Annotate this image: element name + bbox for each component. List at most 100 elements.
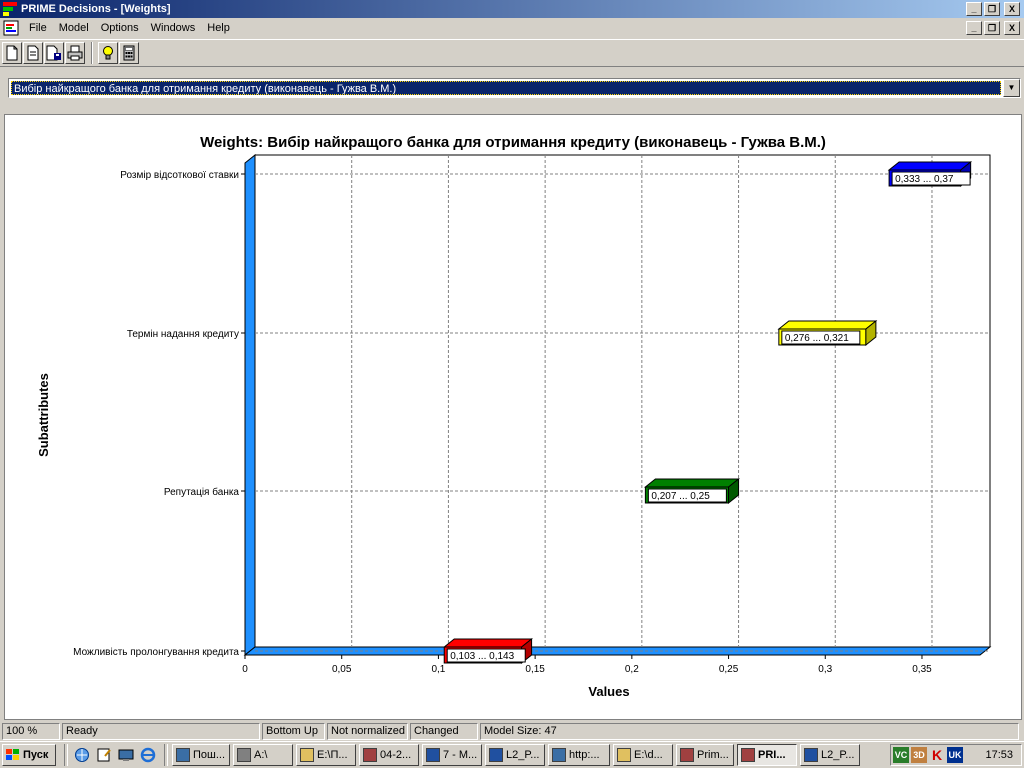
category-label: Термін надання кредиту bbox=[127, 329, 239, 340]
start-button[interactable]: Пуск bbox=[2, 744, 56, 766]
menu-help[interactable]: Help bbox=[201, 22, 236, 34]
taskbar-task[interactable]: Prim... bbox=[676, 744, 734, 766]
open-document-icon bbox=[27, 45, 39, 61]
menu-file[interactable]: File bbox=[23, 22, 53, 34]
weights-chart-panel: Weights: Вибір найкращого банка для отри… bbox=[4, 114, 1022, 720]
window-title: PRIME Decisions - [Weights] bbox=[21, 3, 171, 15]
task-icon bbox=[237, 748, 251, 762]
start-label: Пуск bbox=[23, 749, 49, 761]
minimize-button[interactable]: _ bbox=[966, 2, 982, 16]
save-document-icon bbox=[46, 45, 61, 61]
task-label: Пош... bbox=[193, 749, 226, 761]
title-bar: PRIME Decisions - [Weights] _ ❐ X bbox=[0, 0, 1024, 18]
taskbar-task[interactable]: E:\d... bbox=[613, 744, 673, 766]
open-document-button[interactable] bbox=[23, 42, 43, 64]
lightbulb-button[interactable] bbox=[98, 42, 118, 64]
task-icon bbox=[741, 748, 755, 762]
x-tick-label: 0,05 bbox=[332, 664, 352, 675]
print-button[interactable] bbox=[65, 42, 85, 64]
status-bar: 100 % Ready Bottom Up Not normalized Cha… bbox=[0, 722, 1024, 741]
language-indicator[interactable]: UK bbox=[947, 747, 963, 763]
new-document-button[interactable] bbox=[2, 42, 22, 64]
taskbar-task[interactable]: PRI... bbox=[737, 744, 797, 766]
taskbar-task[interactable]: 04-2... bbox=[359, 744, 419, 766]
toolbar bbox=[0, 39, 1024, 67]
taskbar-separator bbox=[164, 744, 168, 766]
document-controls: _ ❐ X bbox=[966, 21, 1024, 35]
taskbar-task[interactable]: Пош... bbox=[172, 744, 230, 766]
task-label: Prim... bbox=[697, 749, 729, 761]
category-label: Репутація банка bbox=[164, 486, 240, 498]
status-normalization: Not normalized bbox=[327, 723, 408, 740]
task-label: L2_P... bbox=[506, 749, 540, 761]
calculator-button[interactable] bbox=[119, 42, 139, 64]
task-list: Пош... A:\ E:\П... 04-2... 7 - M... L2_P... ht… bbox=[172, 744, 863, 766]
taskbar-task[interactable]: http:... bbox=[548, 744, 610, 766]
print-icon bbox=[67, 45, 83, 61]
x-tick-label: 0,35 bbox=[912, 664, 932, 675]
doc-restore-button[interactable]: ❐ bbox=[984, 21, 1000, 35]
status-order: Bottom Up bbox=[262, 723, 325, 740]
quicklaunch-ie[interactable] bbox=[138, 745, 158, 765]
vc-tray-icon[interactable]: VC bbox=[893, 747, 909, 763]
interval-bar-top bbox=[643, 478, 740, 488]
task-label: PRI... bbox=[758, 749, 786, 761]
document-chart-icon[interactable] bbox=[3, 20, 19, 36]
chart-title: Weights: Вибір найкращого банка для отри… bbox=[200, 134, 826, 151]
maximize-button[interactable]: ❐ bbox=[984, 2, 1000, 16]
status-model-size: Model Size: 47 bbox=[480, 723, 1019, 740]
x-tick-label: 0,1 bbox=[431, 664, 445, 675]
menu-options[interactable]: Options bbox=[95, 22, 145, 34]
objective-selector-value[interactable]: Вибір найкращого банка для отримання кре… bbox=[11, 81, 1001, 95]
status-zoom: 100 % bbox=[2, 723, 60, 740]
task-icon bbox=[489, 748, 503, 762]
task-icon bbox=[680, 748, 694, 762]
quicklaunch-editor[interactable] bbox=[94, 745, 114, 765]
category-label: Розмір відсоткової ставки bbox=[120, 170, 239, 181]
task-label: http:... bbox=[569, 749, 600, 761]
globe-icon bbox=[75, 748, 89, 762]
x-axis-label: Values bbox=[588, 684, 629, 699]
prime-app-icon bbox=[3, 2, 17, 16]
x-tick-label: 0,25 bbox=[719, 664, 739, 675]
task-icon bbox=[617, 748, 631, 762]
clock: 17:53 bbox=[985, 749, 1013, 761]
task-label: E:\П... bbox=[317, 749, 348, 761]
status-modified: Changed bbox=[410, 723, 478, 740]
k-tray-icon[interactable]: K bbox=[929, 747, 945, 763]
taskbar-task[interactable]: L2_P... bbox=[800, 744, 860, 766]
doc-close-button[interactable]: X bbox=[1004, 21, 1020, 35]
task-label: 04-2... bbox=[380, 749, 412, 761]
quicklaunch-desktop[interactable] bbox=[116, 745, 136, 765]
xear-tray-icon[interactable]: 3D bbox=[911, 747, 927, 763]
calculator-icon bbox=[123, 45, 135, 61]
taskbar-separator bbox=[64, 744, 68, 766]
menu-windows[interactable]: Windows bbox=[145, 22, 202, 34]
taskbar-task[interactable]: E:\П... bbox=[296, 744, 356, 766]
interval-label: 0,103 ... 0,143 bbox=[450, 651, 514, 662]
task-icon bbox=[300, 748, 314, 762]
y-axis-label: Subattributes bbox=[36, 373, 51, 457]
close-button[interactable]: X bbox=[1004, 2, 1020, 16]
task-label: A:\ bbox=[254, 749, 268, 761]
taskbar-task[interactable]: L2_P... bbox=[485, 744, 545, 766]
app-window: { "window": { "title": "PRIME Decisions … bbox=[0, 0, 1024, 768]
weights-chart: Weights: Вибір найкращого банка для отри… bbox=[36, 134, 992, 699]
internet-explorer-icon bbox=[140, 747, 156, 763]
task-icon bbox=[363, 748, 377, 762]
objective-selector[interactable]: Вибір найкращого банка для отримання кре… bbox=[8, 78, 1021, 98]
save-document-button[interactable] bbox=[44, 42, 64, 64]
taskbar: Пуск Пош... A:\ E:\П... 04-2... 7 - M... L2_P… bbox=[0, 741, 1024, 768]
menu-model[interactable]: Model bbox=[53, 22, 95, 34]
taskbar-task[interactable]: A:\ bbox=[233, 744, 293, 766]
taskbar-task[interactable]: 7 - M... bbox=[422, 744, 482, 766]
system-tray: VC 3D K UK 17:53 bbox=[890, 744, 1022, 766]
quicklaunch-browser[interactable] bbox=[72, 745, 92, 765]
dropdown-arrow-icon[interactable]: ▼ bbox=[1003, 79, 1020, 97]
interval-label: 0,207 ... 0,25 bbox=[651, 491, 710, 502]
task-icon bbox=[552, 748, 566, 762]
doc-minimize-button[interactable]: _ bbox=[966, 21, 982, 35]
category-label: Можливість пролонгування кредита bbox=[73, 647, 239, 658]
interval-bar-top bbox=[442, 638, 534, 648]
chart-left-wall bbox=[244, 153, 256, 657]
